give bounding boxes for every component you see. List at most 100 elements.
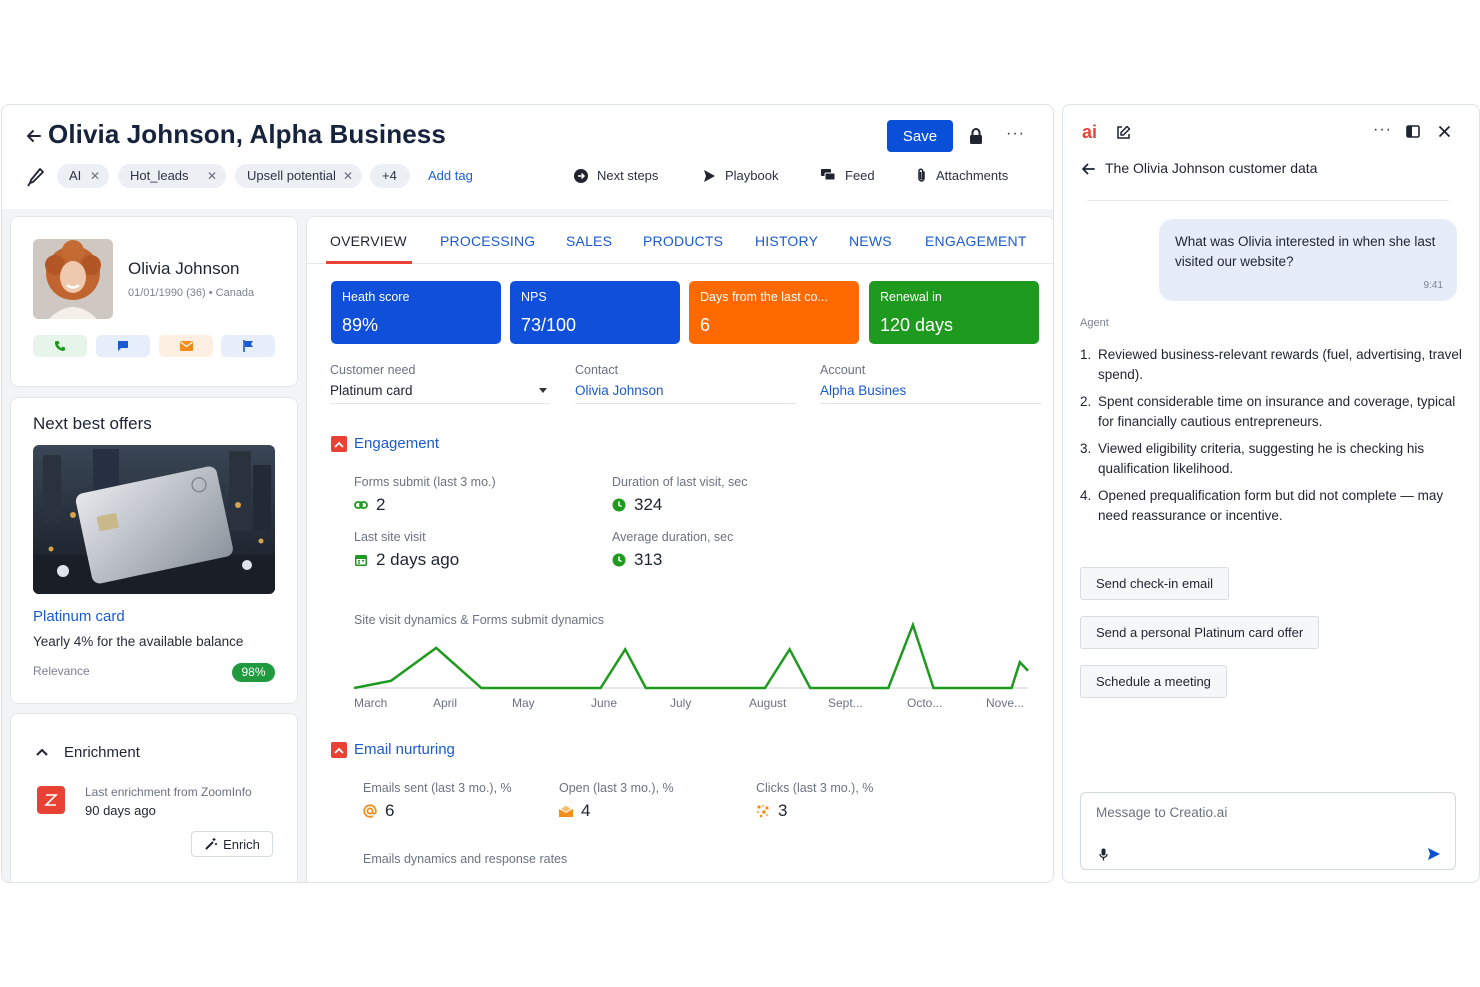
tag-upsell-potential[interactable]: Upsell potential ✕ xyxy=(235,164,362,188)
email-dynamics-title: Emails dynamics and response rates xyxy=(363,852,568,866)
dropdown-caret-icon[interactable] xyxy=(539,388,547,393)
tab-history[interactable]: HISTORY xyxy=(755,233,818,249)
suggestion-schedule-meeting[interactable]: Schedule a meeting xyxy=(1080,665,1227,698)
platinum-card-image[interactable] xyxy=(33,445,275,594)
tab-bar: OVERVIEW PROCESSING SALES PRODUCTS HISTO… xyxy=(307,217,1053,264)
remove-tag-icon[interactable]: ✕ xyxy=(207,164,217,188)
emails-sent-label: Emails sent (last 3 mo.), % xyxy=(363,781,512,795)
divider xyxy=(1087,200,1449,201)
tab-news[interactable]: NEWS xyxy=(849,233,892,249)
active-tab-indicator xyxy=(326,261,412,264)
forms-submit-value: 2 xyxy=(354,495,385,515)
message-input[interactable]: Message to Creatio.ai xyxy=(1080,792,1456,870)
field-underline xyxy=(820,403,1042,404)
kpi-days-from-last-contact[interactable]: Days from the last co... 6 xyxy=(689,281,859,344)
clock-icon xyxy=(612,553,626,567)
microphone-icon[interactable] xyxy=(1099,848,1108,861)
user-message-text: What was Olivia interested in when she l… xyxy=(1175,234,1436,269)
offer-name-link[interactable]: Platinum card xyxy=(33,608,125,625)
field-underline xyxy=(575,403,797,404)
avatar xyxy=(33,239,113,319)
duration-last-visit-label: Duration of last visit, sec xyxy=(612,475,748,489)
enrich-button[interactable]: Enrich xyxy=(191,831,273,857)
feed-button[interactable]: Feed xyxy=(821,168,875,183)
list-item: 2. Spent considerable time on insurance a… xyxy=(1080,394,1456,429)
calendar-icon xyxy=(355,555,367,566)
save-button[interactable]: Save xyxy=(887,120,953,152)
remove-tag-icon[interactable]: ✕ xyxy=(343,164,353,188)
flag-button[interactable] xyxy=(221,335,275,357)
contact-panel: Olivia Johnson 01/01/1990 (36) • Canada xyxy=(10,216,298,387)
engagement-section-title[interactable]: Engagement xyxy=(354,435,439,452)
list-item: 1. Reviewed business-relevant rewards (fu… xyxy=(1080,347,1462,382)
tag-ai[interactable]: AI ✕ xyxy=(57,164,109,188)
page-title: Olivia Johnson, Alpha Business xyxy=(48,119,446,149)
new-chat-edit-icon[interactable] xyxy=(1116,125,1131,140)
email-nurturing-section-title[interactable]: Email nurturing xyxy=(354,741,455,758)
pen-icon[interactable] xyxy=(27,167,45,187)
tab-engagement[interactable]: ENGAGEMENT xyxy=(925,233,1027,249)
tag-label: Hot_leads xyxy=(130,168,189,183)
tab-processing[interactable]: PROCESSING xyxy=(440,233,535,249)
attachments-button[interactable]: Attachments xyxy=(916,168,1008,183)
kpi-health-score[interactable]: Heath score 89% xyxy=(331,281,501,344)
collapse-engagement-icon[interactable] xyxy=(331,436,347,452)
close-icon[interactable] xyxy=(1438,125,1451,138)
record-page: Olivia Johnson, Alpha Business Save ··· … xyxy=(1,104,1054,883)
x-tick-label: August xyxy=(749,696,787,710)
ai-more-options-icon[interactable]: ··· xyxy=(1373,121,1392,139)
chat-title: The Olivia Johnson customer data xyxy=(1105,160,1318,176)
tag-hot-leads[interactable]: Hot_leads ✕ xyxy=(118,164,226,188)
clicks-rate-label: Clicks (last 3 mo.), % xyxy=(756,781,874,795)
lock-icon[interactable] xyxy=(968,127,984,145)
magic-wand-icon xyxy=(205,838,218,850)
user-message-bubble: What was Olivia interested in when she l… xyxy=(1159,219,1457,301)
enrichment-value: 90 days ago xyxy=(85,803,156,818)
agent-response-list: 1. Reviewed business-relevant rewards (fu… xyxy=(1080,345,1465,533)
x-tick-label: April xyxy=(433,696,458,710)
tab-overview[interactable]: OVERVIEW xyxy=(330,233,407,249)
next-best-offers-title: Next best offers xyxy=(33,414,152,433)
suggestion-send-platinum-offer[interactable]: Send a personal Platinum card offer xyxy=(1080,616,1320,649)
click-burst-icon xyxy=(756,804,769,818)
call-button[interactable] xyxy=(33,335,87,357)
agent-label: Agent xyxy=(1080,317,1109,329)
at-sign-icon xyxy=(363,804,377,818)
next-steps-button[interactable]: Next steps xyxy=(574,168,658,183)
clicks-rate-value: 3 xyxy=(756,801,787,821)
more-options-icon[interactable]: ··· xyxy=(1006,125,1025,143)
chat-back-arrow-icon[interactable] xyxy=(1080,162,1096,176)
x-tick-label: Sept... xyxy=(828,696,863,710)
add-tag-link[interactable]: Add tag xyxy=(428,168,473,183)
tab-sales[interactable]: SALES xyxy=(566,233,612,249)
chevron-up-icon[interactable] xyxy=(35,747,49,757)
contact-meta: 01/01/1990 (36) • Canada xyxy=(128,287,255,299)
tag-label: Upsell potential xyxy=(247,168,336,183)
offer-description: Yearly 4% for the available balance xyxy=(33,634,244,649)
ai-assistant-panel: ai ··· The Olivia Johnson customer data … xyxy=(1062,104,1480,883)
send-icon[interactable] xyxy=(1427,847,1441,861)
collapse-email-nurturing-icon[interactable] xyxy=(331,742,347,758)
expand-panel-icon[interactable] xyxy=(1406,125,1420,138)
contact-link[interactable]: Olivia Johnson xyxy=(575,383,664,398)
email-button[interactable] xyxy=(159,335,213,357)
playbook-button[interactable]: Playbook xyxy=(703,168,778,183)
chat-icon xyxy=(118,341,128,351)
back-arrow-icon[interactable] xyxy=(24,126,44,146)
last-site-visit-value: 2 days ago xyxy=(354,550,459,570)
kpi-renewal[interactable]: Renewal in 120 days xyxy=(869,281,1039,344)
tab-products[interactable]: PRODUCTS xyxy=(643,233,723,249)
tag-label: +4 xyxy=(382,168,397,183)
creatio-ai-logo: ai xyxy=(1082,122,1098,142)
message-button[interactable] xyxy=(96,335,150,357)
next-steps-icon xyxy=(574,168,588,183)
more-tags-chip[interactable]: +4 xyxy=(370,164,410,188)
kpi-nps[interactable]: NPS 73/100 xyxy=(510,281,680,344)
account-link[interactable]: Alpha Busines xyxy=(820,383,906,398)
paperclip-icon xyxy=(918,168,925,182)
customer-need-select[interactable]: Platinum card xyxy=(330,383,413,398)
suggestion-send-check-in-email[interactable]: Send check-in email xyxy=(1080,567,1230,600)
remove-tag-icon[interactable]: ✕ xyxy=(90,164,100,188)
open-envelope-icon xyxy=(559,805,573,817)
field-underline xyxy=(330,403,550,404)
